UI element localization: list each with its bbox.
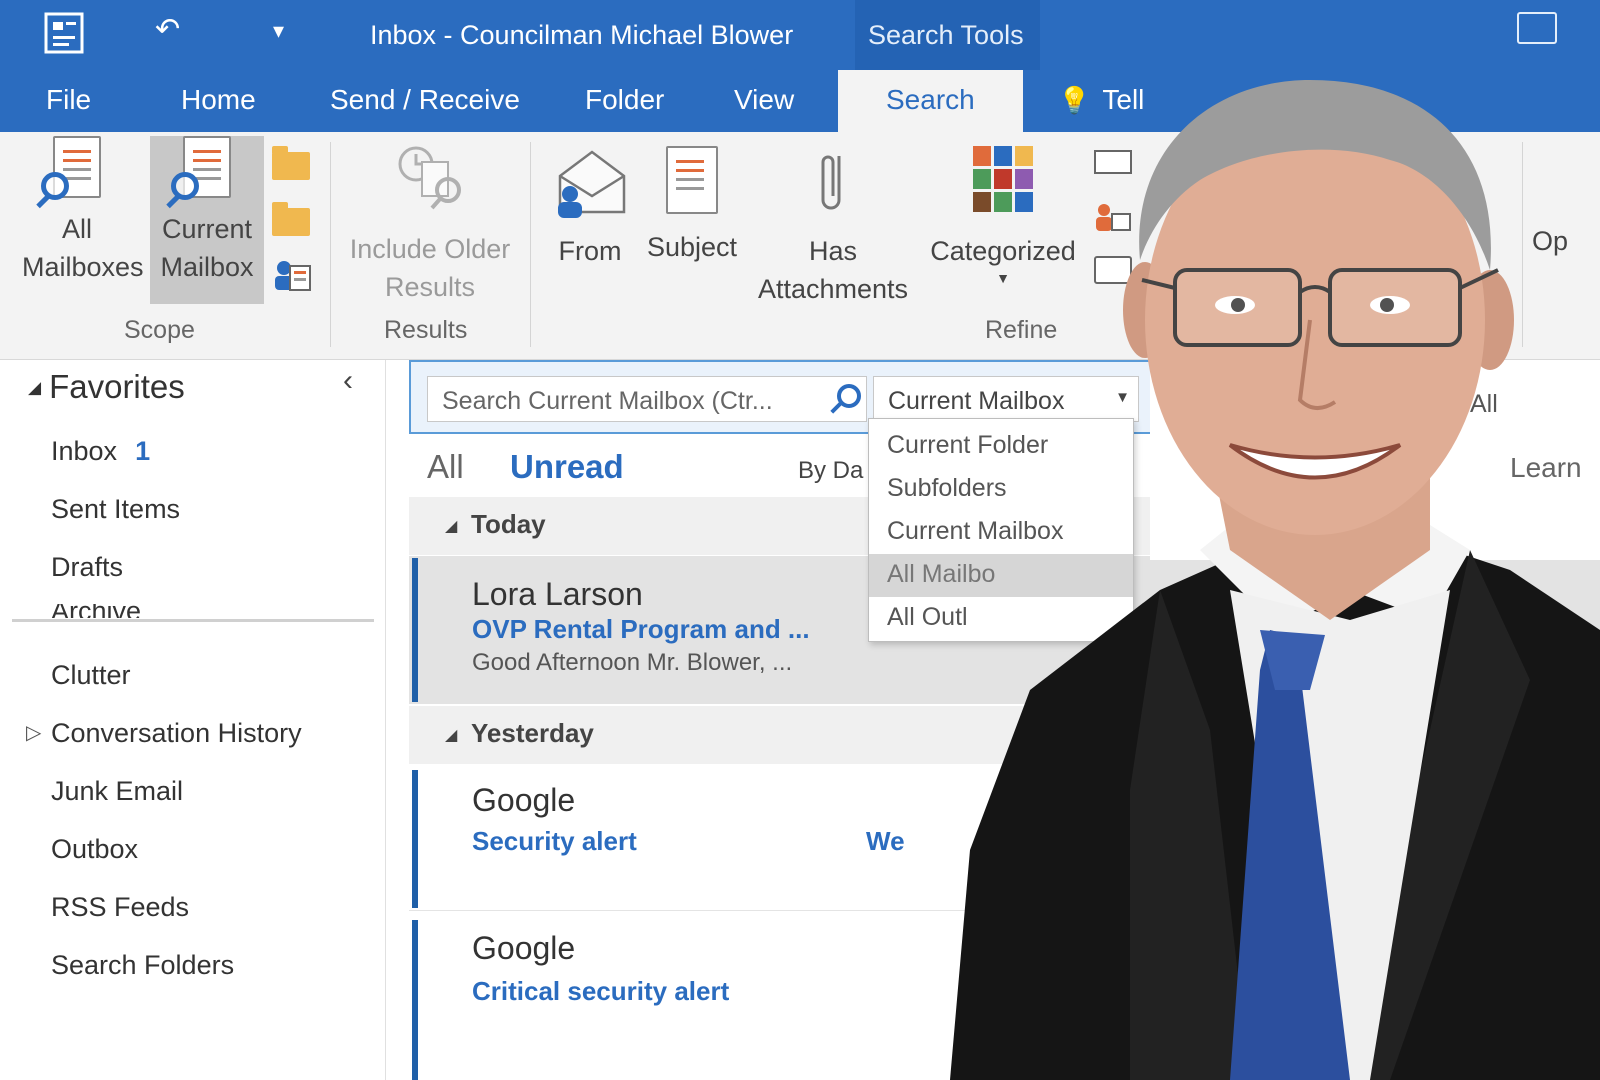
collapse-triangle-icon: ◢ — [445, 727, 458, 744]
tab-view[interactable]: View — [734, 84, 794, 116]
message-preview: Good Afternoon Mr. Blower, ... — [472, 649, 793, 676]
folder-conversation-history[interactable]: ▷ Conversation History — [26, 718, 302, 749]
collapse-pane-chevron-icon[interactable]: ‹ — [343, 364, 353, 398]
collapse-triangle-icon: ◢ — [28, 378, 42, 397]
unread-indicator — [412, 920, 418, 1080]
folder-label: Inbox — [51, 436, 118, 466]
favorites-header[interactable]: ◢ Favorites — [28, 368, 185, 406]
collapse-triangle-icon: ◢ — [445, 518, 458, 535]
filter-all[interactable]: All — [427, 448, 464, 486]
folder-drafts[interactable]: Drafts — [51, 552, 123, 583]
folder-archive[interactable]: Archive — [51, 604, 141, 618]
subject-button[interactable]: Subject — [642, 136, 742, 266]
filter-unread[interactable]: Unread — [510, 448, 624, 486]
folder-label: Archive — [51, 604, 141, 618]
unread-indicator — [412, 770, 418, 908]
folder-label: Conversation History — [51, 718, 302, 748]
message-sender: Lora Larson — [472, 576, 643, 612]
window-title: Inbox - Councilman Michael Blower — [370, 20, 794, 50]
folder-junk-email[interactable]: Junk Email — [51, 776, 183, 807]
from-label: From — [558, 236, 622, 266]
message-sender: Google — [472, 930, 576, 966]
ribbon-separator — [330, 142, 331, 347]
current-folder-icon[interactable] — [272, 146, 310, 180]
portrait-photo — [950, 80, 1600, 1080]
undo-icon[interactable]: ↶ — [155, 12, 180, 47]
current-mailbox-label: Current Mailbox — [160, 214, 254, 282]
group-label: Today — [471, 509, 546, 539]
tab-home[interactable]: Home — [181, 84, 256, 116]
include-older-icon — [390, 142, 470, 216]
subfolders-icon[interactable] — [272, 202, 310, 236]
subject-icon — [666, 146, 718, 214]
message-subject: OVP Rental Program and ... — [472, 614, 810, 644]
tab-file[interactable]: File — [46, 84, 91, 116]
folder-search-folders[interactable]: Search Folders — [51, 950, 234, 981]
results-group-label: Results — [384, 316, 468, 344]
all-mailboxes-icon — [41, 136, 101, 200]
folder-inbox[interactable]: Inbox 1 — [51, 436, 150, 467]
folder-sent-items[interactable]: Sent Items — [51, 494, 180, 525]
favorites-label: Favorites — [49, 368, 185, 405]
unread-count: 1 — [135, 436, 151, 466]
glasses-right-lens — [1328, 268, 1462, 347]
from-envelope-icon — [552, 146, 628, 220]
folder-outbox[interactable]: Outbox — [51, 834, 138, 865]
message-sender: Google — [472, 782, 576, 818]
ribbon-separator — [530, 142, 531, 347]
all-mailboxes-label: All Mailboxes — [22, 214, 144, 282]
current-mailbox-button[interactable]: Current Mailbox — [150, 136, 264, 304]
navigation-pane: ◢ Favorites ‹ Inbox 1 Sent Items Drafts Ar… — [0, 360, 386, 1080]
include-older-results-label: Include Older Results — [349, 234, 511, 302]
expand-triangle-icon[interactable]: ▷ — [26, 720, 41, 745]
from-button[interactable]: From — [548, 136, 632, 266]
folder-rss-feeds[interactable]: RSS Feeds — [51, 892, 189, 923]
glasses-left-lens — [1173, 268, 1302, 347]
message-subject: Security alert — [472, 826, 637, 856]
current-mailbox-icon — [171, 136, 231, 200]
tab-folder[interactable]: Folder — [585, 84, 664, 116]
scope-group-label: Scope — [124, 316, 195, 344]
group-label: Yesterday — [471, 718, 594, 748]
all-mailboxes-button[interactable]: All Mailboxes — [10, 136, 144, 304]
tab-send-receive[interactable]: Send / Receive — [330, 84, 520, 116]
message-subject: Critical security alert — [472, 976, 730, 1006]
include-older-results-button[interactable]: Include Older Results — [340, 136, 520, 304]
pane-divider — [12, 619, 374, 622]
all-outlook-items-icon[interactable] — [272, 258, 312, 299]
unread-indicator — [412, 558, 418, 702]
folder-clutter[interactable]: Clutter — [51, 660, 131, 691]
search-input[interactable]: Search Current Mailbox (Ctr... — [427, 376, 867, 422]
subject-label: Subject — [646, 232, 738, 262]
customize-qat-icon[interactable]: ▾ — [273, 18, 284, 44]
app-icon[interactable] — [44, 12, 84, 62]
